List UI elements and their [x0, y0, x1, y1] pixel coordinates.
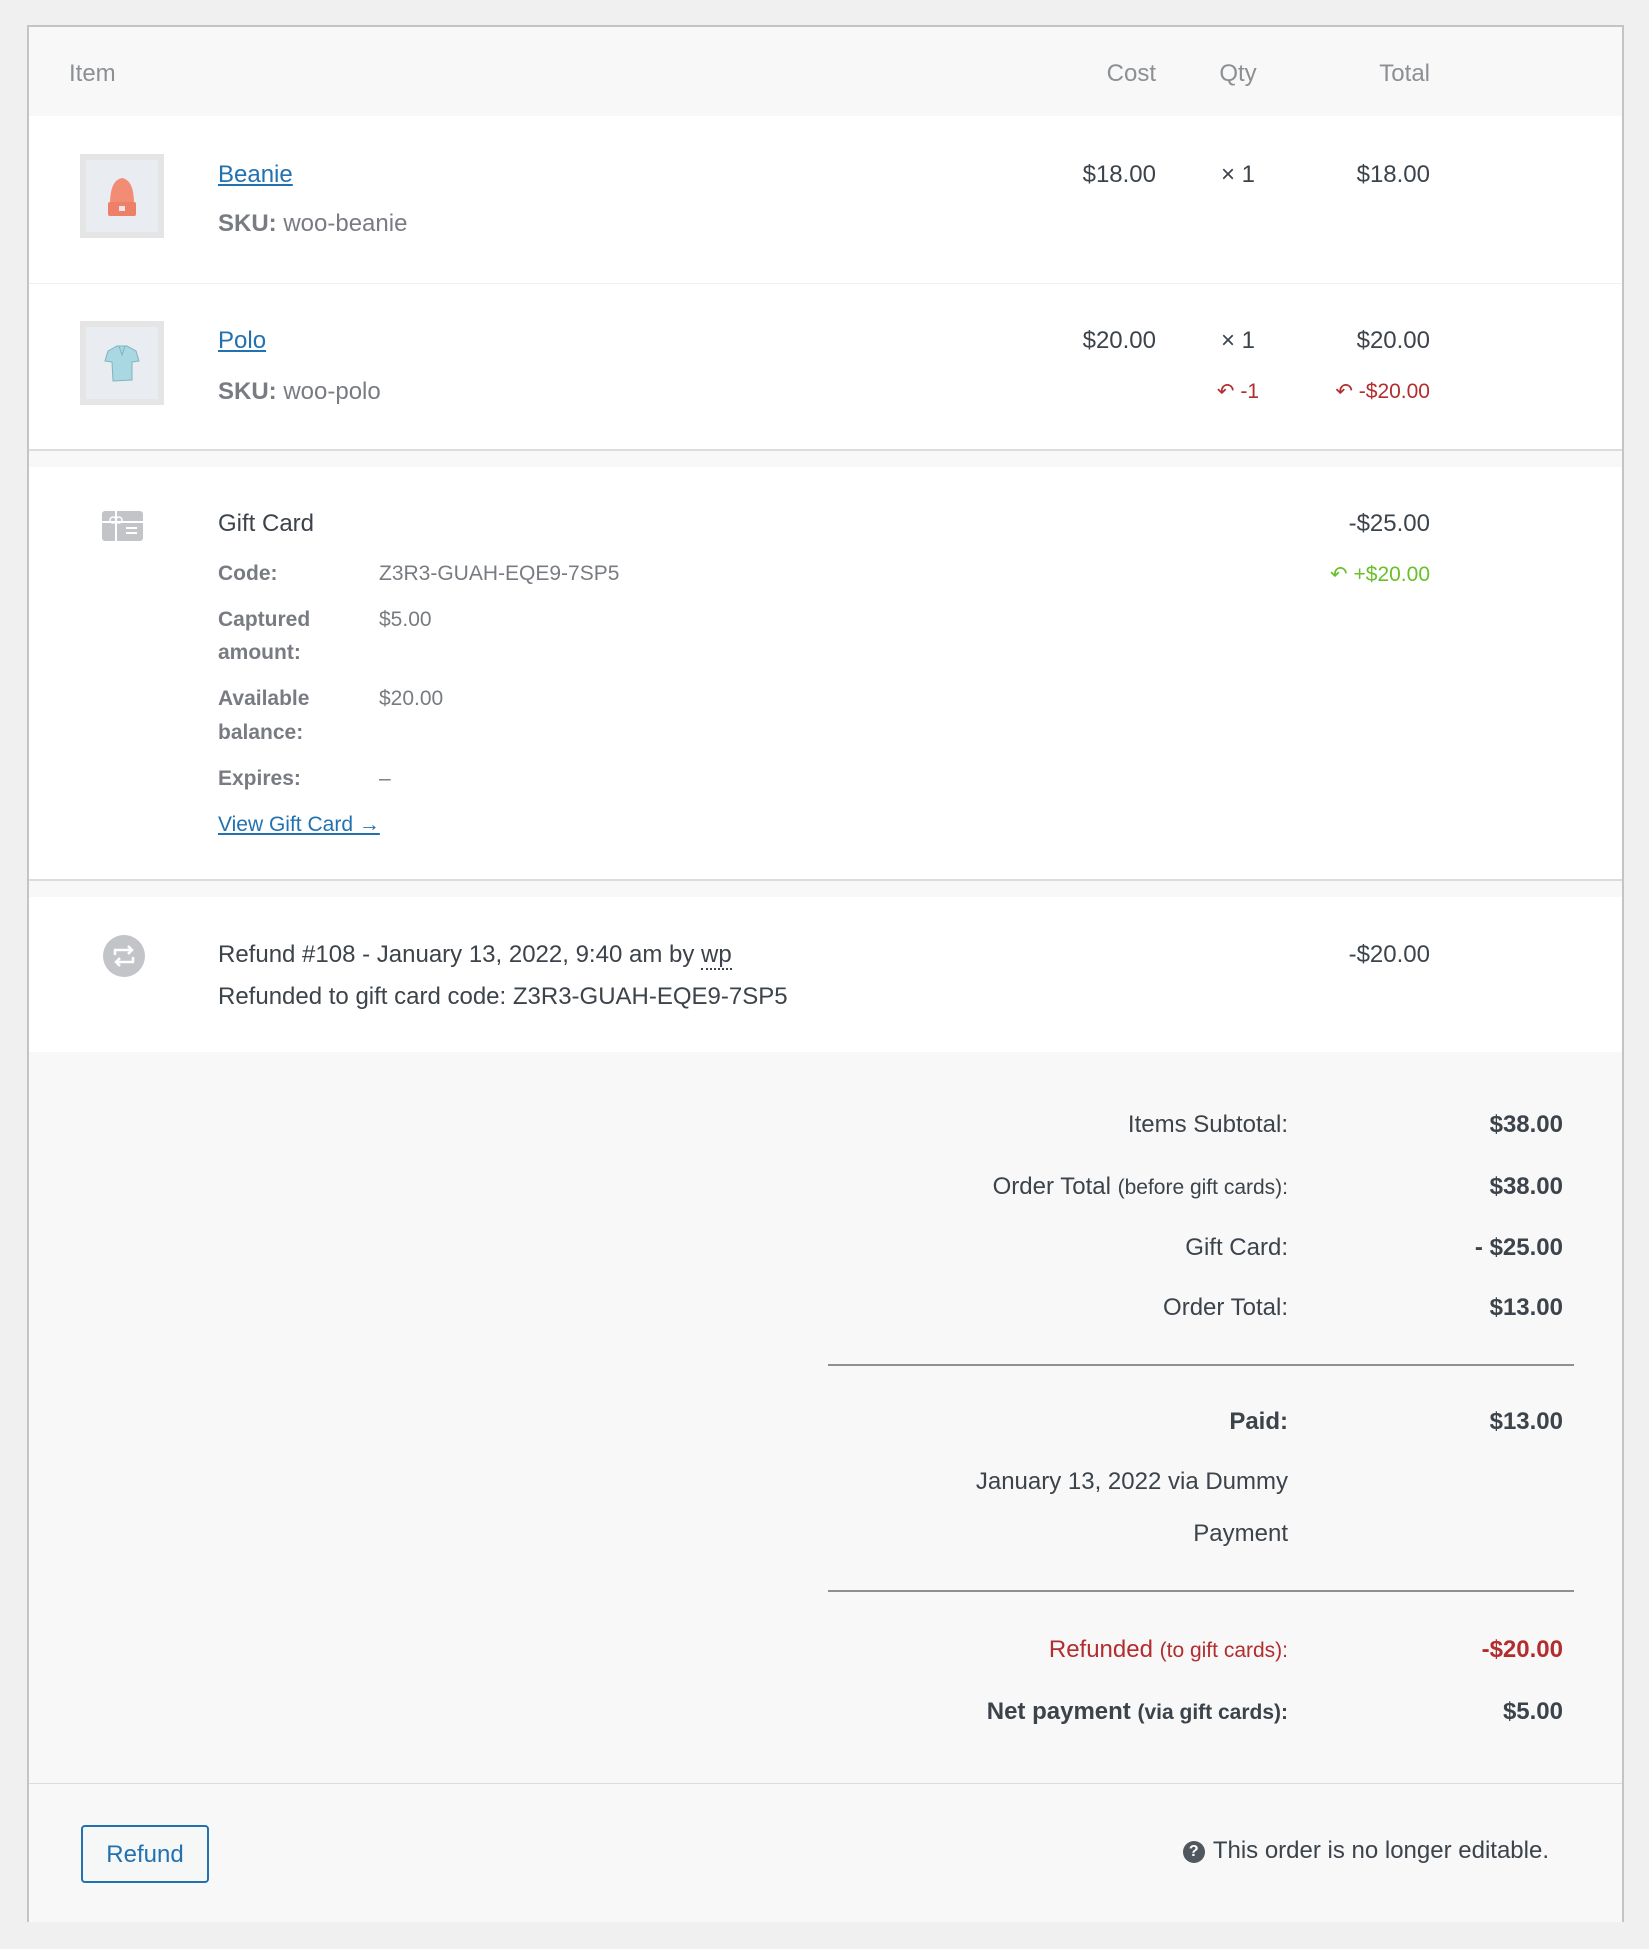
header-qty: Qty	[1219, 59, 1256, 89]
table-row: Beanie SKU: woo-beanie $18.00 × 1 $18.00	[29, 116, 1622, 284]
net-payment-label: Net payment (via gift cards):	[987, 1697, 1288, 1728]
item-cost: $18.00	[1083, 160, 1156, 190]
available-label-2: balance:	[218, 718, 303, 748]
order-total-label: Order Total:	[1163, 1293, 1288, 1323]
refund-amount: -$20.00	[1349, 940, 1430, 970]
code-value: Z3R3-GUAH-EQE9-7SP5	[379, 559, 619, 589]
sku: SKU: woo-polo	[218, 377, 381, 407]
gift-card-row: Gift Card Code: Z3R3-GUAH-EQE9-7SP5 Capt…	[29, 467, 1622, 881]
item-total: $20.00	[1357, 326, 1430, 356]
refunded-total-value: -$20.00	[1359, 380, 1430, 403]
label-text: Order Total	[993, 1173, 1111, 1200]
product-link-beanie[interactable]: Beanie	[218, 160, 293, 190]
sku-value: woo-polo	[283, 378, 380, 405]
label-text: Net payment	[987, 1698, 1131, 1725]
gift-card-total-label: Gift Card:	[1185, 1233, 1288, 1263]
sku-label: SKU:	[218, 378, 277, 405]
not-editable-notice: ? This order is no longer editable.	[1183, 1836, 1549, 1866]
paid-label: Paid:	[1229, 1407, 1288, 1437]
beanie-icon	[86, 160, 158, 232]
header-total: Total	[1379, 59, 1430, 89]
refunded-value: -$20.00	[1482, 1635, 1563, 1665]
table-row: Polo SKU: woo-polo $20.00 × 1 $20.00 ↶ -…	[29, 283, 1622, 451]
refund-icon	[103, 935, 145, 977]
expires-value: –	[379, 764, 391, 794]
order-totals	[29, 1052, 1622, 1784]
captured-label-2: amount:	[218, 638, 301, 668]
net-payment-value: $5.00	[1503, 1697, 1563, 1727]
refunded-total: ↶ -$20.00	[1335, 377, 1430, 407]
order-total-value: $13.00	[1490, 1293, 1563, 1323]
gift-card-refunded-value: +$20.00	[1354, 563, 1431, 586]
sku-label: SKU:	[218, 210, 277, 237]
gift-card-amount: -$25.00	[1349, 509, 1430, 539]
item-qty: × 1	[1221, 326, 1255, 356]
item-cost: $20.00	[1083, 326, 1156, 356]
item-qty: × 1	[1221, 160, 1255, 190]
paid-note: January 13, 2022 via Dummy	[976, 1467, 1288, 1497]
paid-note-2: Payment	[1193, 1519, 1288, 1549]
undo-icon: ↶	[1330, 563, 1348, 586]
order-total-before-label: Order Total (before gift cards):	[993, 1172, 1288, 1203]
order-items-panel: Item Cost Qty Total Beanie SKU: woo-bean…	[27, 25, 1624, 1922]
captured-value: $5.00	[379, 605, 432, 635]
refund-title: Refund #108 - January 13, 2022, 9:40 am …	[218, 940, 732, 970]
header-item: Item	[69, 59, 116, 89]
gift-card-total-value: - $25.00	[1475, 1233, 1563, 1263]
product-link-polo[interactable]: Polo	[218, 326, 266, 356]
code-label: Code:	[218, 559, 278, 589]
label-note: (before gift cards):	[1118, 1176, 1288, 1199]
refund-button[interactable]: Refund	[81, 1825, 209, 1883]
label-text: Refunded	[1049, 1636, 1153, 1663]
help-icon[interactable]: ?	[1183, 1841, 1205, 1863]
undo-icon: ↶	[1335, 380, 1353, 403]
items-subtotal-value: $38.00	[1490, 1110, 1563, 1140]
refund-row: Refund #108 - January 13, 2022, 9:40 am …	[29, 897, 1622, 1053]
notice-text: This order is no longer editable.	[1213, 1837, 1549, 1864]
divider	[29, 881, 1622, 897]
available-value: $20.00	[379, 684, 443, 714]
label-note: (to gift cards):	[1160, 1639, 1288, 1662]
header-cost: Cost	[1107, 59, 1156, 89]
refunded-label: Refunded (to gift cards):	[1049, 1635, 1288, 1666]
refunded-qty-value: -1	[1240, 380, 1259, 403]
label-note: (via gift cards):	[1137, 1701, 1288, 1724]
available-label: Available	[218, 684, 309, 714]
refunded-qty: ↶ -1	[1217, 377, 1259, 407]
order-total-before-value: $38.00	[1490, 1172, 1563, 1202]
refund-user: wp	[701, 941, 732, 970]
product-thumbnail[interactable]	[80, 321, 164, 405]
sku-value: woo-beanie	[283, 210, 407, 237]
items-subtotal-label: Items Subtotal:	[1128, 1110, 1288, 1140]
refund-title-text: Refund #108 - January 13, 2022, 9:40 am …	[218, 941, 701, 968]
paid-value: $13.00	[1490, 1407, 1563, 1437]
undo-icon: ↶	[1217, 380, 1235, 403]
gift-card-icon	[102, 511, 143, 541]
expires-label: Expires:	[218, 764, 301, 794]
divider	[828, 1590, 1574, 1592]
table-header: Item Cost Qty Total	[29, 27, 1622, 116]
gift-card-refunded: ↶ +$20.00	[1330, 560, 1430, 590]
divider	[828, 1364, 1574, 1366]
sku: SKU: woo-beanie	[218, 209, 407, 239]
polo-shirt-icon	[86, 327, 158, 399]
item-total: $18.00	[1357, 160, 1430, 190]
divider	[29, 451, 1622, 467]
product-thumbnail[interactable]	[80, 154, 164, 238]
refund-note: Refunded to gift card code: Z3R3-GUAH-EQ…	[218, 982, 788, 1012]
gift-card-title: Gift Card	[218, 509, 314, 539]
captured-label: Captured	[218, 605, 310, 635]
view-gift-card-link[interactable]: View Gift Card →	[218, 810, 380, 840]
